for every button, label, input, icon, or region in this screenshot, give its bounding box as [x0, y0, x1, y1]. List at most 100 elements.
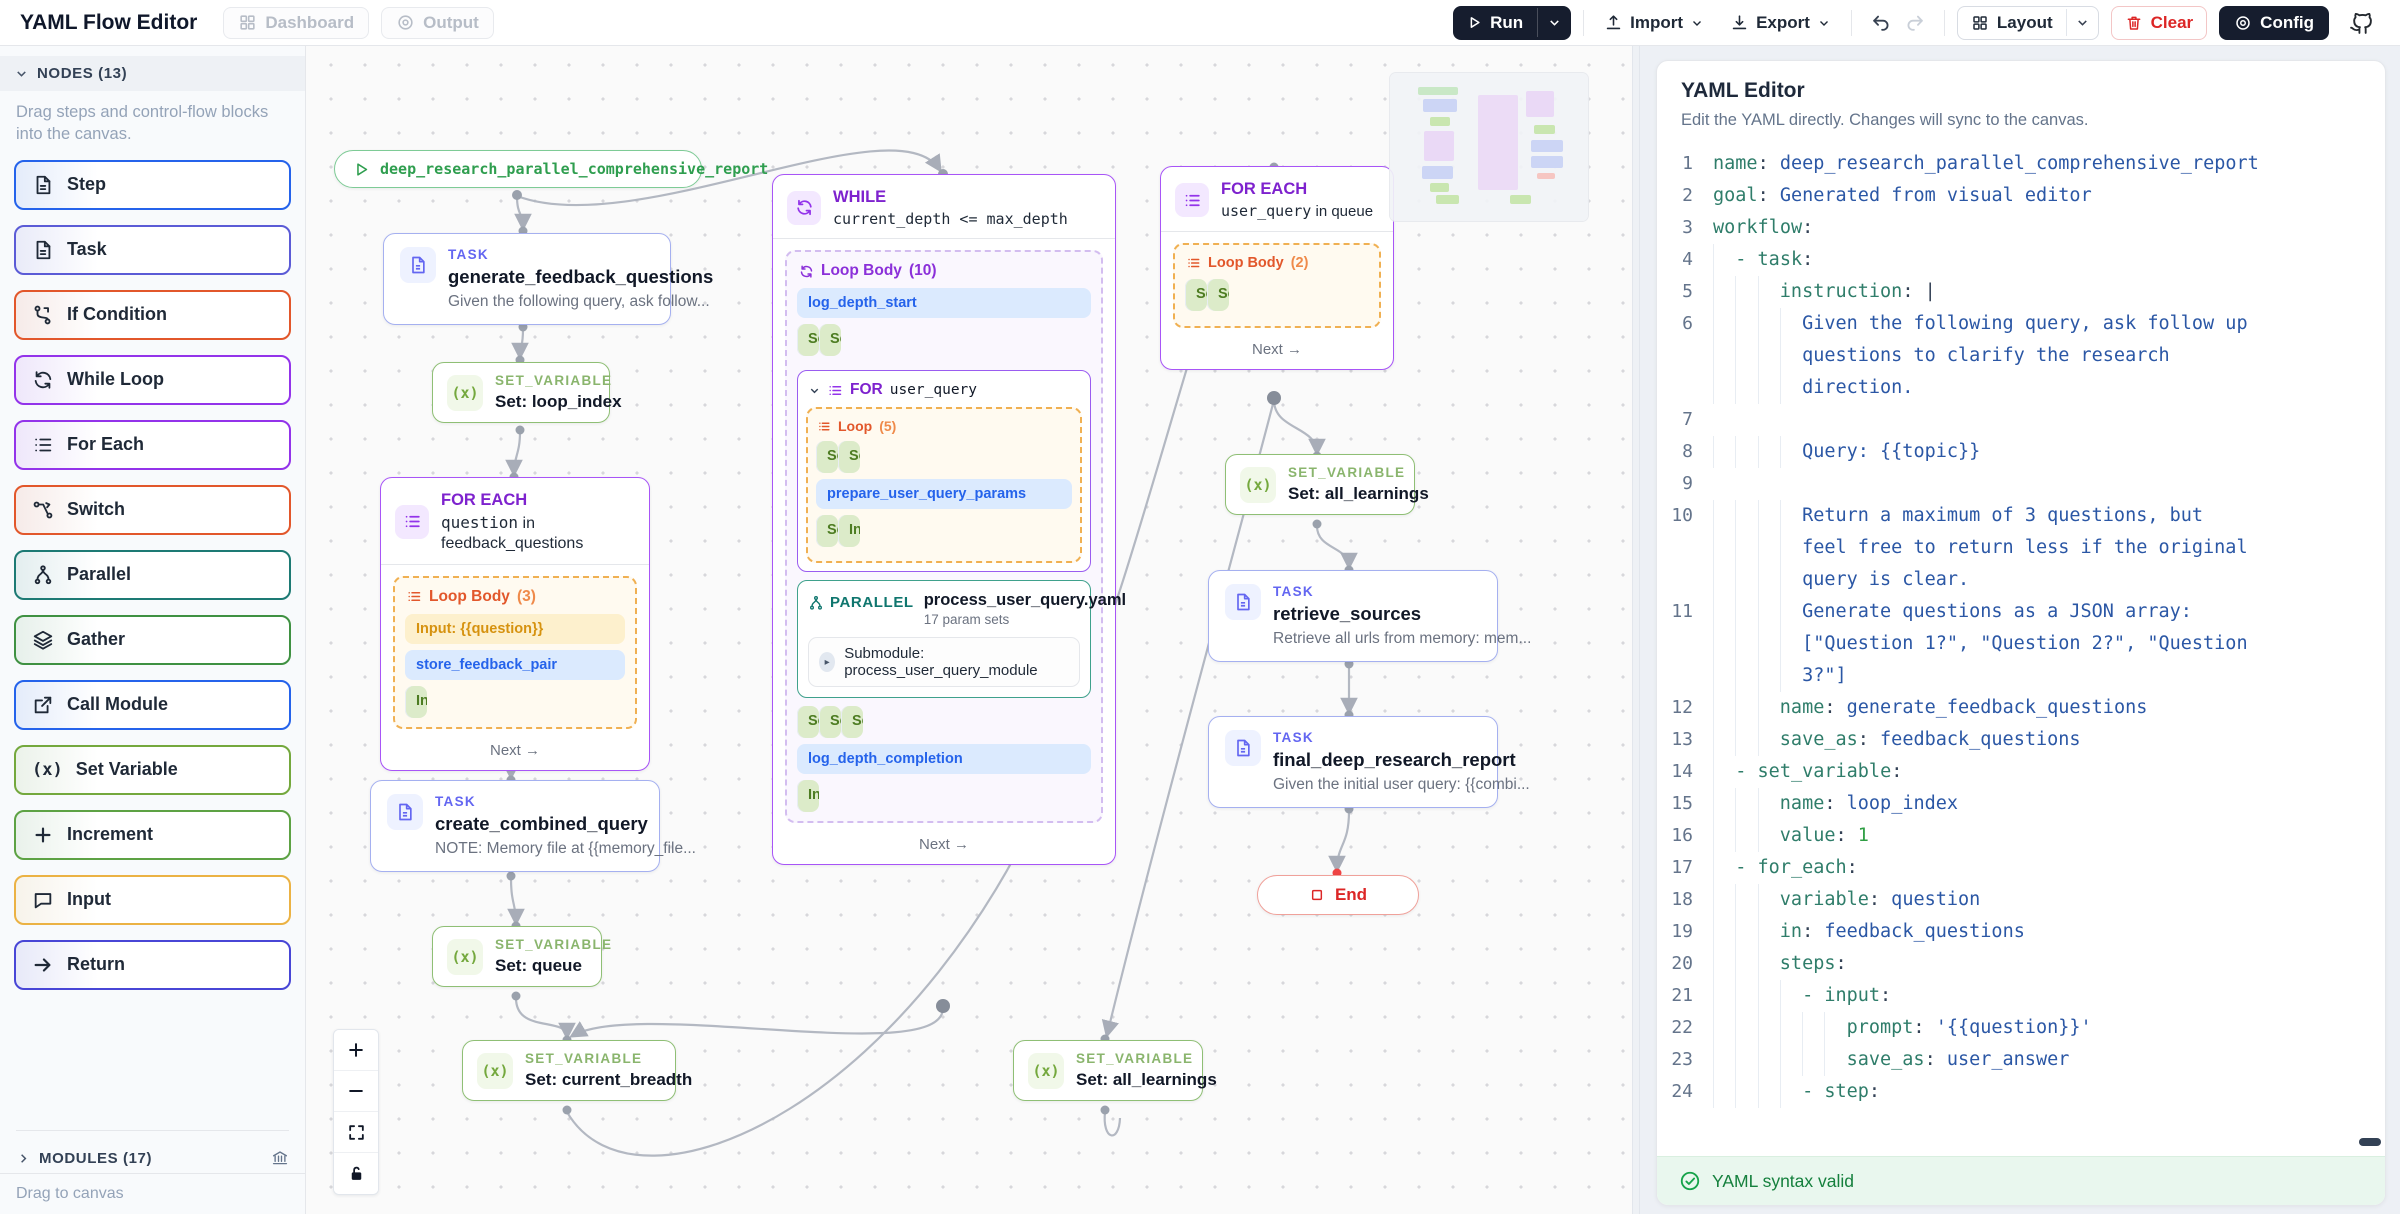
- scrollbar-thumb[interactable]: [2359, 1138, 2381, 1146]
- nested-for-steps: Set: cur_user_querySet: cur_branch_learn…: [816, 441, 1072, 553]
- palette-item-task[interactable]: Task: [14, 225, 291, 275]
- nested-parallel-node[interactable]: PARALLEL process_user_query.yaml 17 para…: [797, 580, 1091, 698]
- palette-item-call-module[interactable]: Call Module: [14, 680, 291, 730]
- setvar-node-loop-index[interactable]: (x) SET_VARIABLE Set: loop_index: [432, 362, 610, 423]
- palette-item-parallel[interactable]: Parallel: [14, 550, 291, 600]
- arrowr-icon: [32, 954, 54, 976]
- github-icon[interactable]: [2343, 5, 2380, 40]
- code-line: ["Question 1?", "Question 2?", "Question: [1657, 628, 2385, 660]
- run-button[interactable]: Run: [1453, 6, 1537, 40]
- yaml-panel: YAML Editor Edit the YAML directly. Chan…: [1640, 46, 2400, 1214]
- task-node-generate-feedback-questions[interactable]: TASK generate_feedback_questions Given t…: [383, 233, 671, 325]
- export-button[interactable]: Export: [1722, 7, 1839, 39]
- top-toolbar: YAML Flow Editor Dashboard Output Run Im…: [0, 0, 2400, 46]
- tab-output[interactable]: Output: [381, 7, 494, 39]
- task-node-create-combined-query[interactable]: TASK create_combined_query NOTE: Memory …: [370, 780, 660, 872]
- palette-item-while-loop[interactable]: While Loop: [14, 355, 291, 405]
- task-node-final-report[interactable]: TASK final_deep_research_report Given th…: [1208, 716, 1498, 808]
- loop-body-box: Loop Body (3) Input: {{question}}store_f…: [393, 576, 637, 729]
- set-variable-icon: (x): [477, 1053, 513, 1089]
- palette-item-if-condition[interactable]: If Condition: [14, 290, 291, 340]
- loop-body-steps: Set: cur_branch_learningSet: all_learnin…: [1185, 279, 1369, 317]
- yaml-status-bar: YAML syntax valid: [1657, 1156, 2385, 1205]
- config-button[interactable]: Config: [2219, 6, 2329, 40]
- code-line: 1name: deep_research_parallel_comprehens…: [1657, 148, 2385, 180]
- while-node[interactable]: WHILE current_depth <= max_depth Loop Bo…: [772, 174, 1116, 865]
- palette-item-label: Return: [67, 954, 125, 975]
- palette-item-return[interactable]: Return: [14, 940, 291, 990]
- nodes-section-header[interactable]: NODES (13): [0, 56, 305, 91]
- chevron-down-icon: [1690, 16, 1704, 30]
- palette-item-step[interactable]: Step: [14, 160, 291, 210]
- modules-section-header[interactable]: MODULES (17): [0, 1143, 305, 1173]
- setvar-node-all-learnings-2[interactable]: (x) SET_VARIABLE Set: all_learnings: [1013, 1040, 1203, 1101]
- run-options-button[interactable]: [1537, 8, 1571, 37]
- fit-view-button[interactable]: [334, 1112, 378, 1153]
- setvar-node-current-breadth[interactable]: (x) SET_VARIABLE Set: current_breadth: [462, 1040, 676, 1101]
- file-icon: [32, 239, 54, 261]
- task-file-icon: [1225, 584, 1261, 620]
- app-title: YAML Flow Editor: [20, 11, 197, 35]
- palette-item-input[interactable]: Input: [14, 875, 291, 925]
- code-line: 5instruction: |: [1657, 276, 2385, 308]
- parallel-icon: [808, 595, 824, 611]
- palette-item-label: Set Variable: [76, 759, 178, 780]
- step-pill: Increment: loop_index: [838, 515, 860, 547]
- redo-button[interactable]: [1898, 7, 1932, 39]
- zoom-in-button[interactable]: [334, 1030, 378, 1071]
- minimap[interactable]: [1390, 73, 1588, 221]
- palette-hint: Drag steps and control-flow blocks into …: [0, 91, 305, 150]
- panel-resizer[interactable]: [1632, 46, 1640, 1214]
- yaml-code-editor[interactable]: 1name: deep_research_parallel_comprehens…: [1657, 144, 2385, 1156]
- palette-item-label: If Condition: [67, 304, 167, 325]
- chat-icon: [32, 889, 54, 911]
- flow-canvas[interactable]: deep_research_parallel_comprehensive_rep…: [306, 46, 1632, 1214]
- palette-item-label: Switch: [67, 499, 125, 520]
- yaml-editor-title: YAML Editor: [1681, 79, 2361, 103]
- lock-button[interactable]: [334, 1153, 378, 1194]
- palette-item-for-each[interactable]: For Each: [14, 420, 291, 470]
- palette-item-set-variable[interactable]: (x)Set Variable: [14, 745, 291, 795]
- task-file-icon: [400, 247, 436, 283]
- list-icon: [1187, 256, 1201, 270]
- start-node[interactable]: deep_research_parallel_comprehensive_rep…: [334, 150, 702, 188]
- task-node-retrieve-sources[interactable]: TASK retrieve_sources Retrieve all urls …: [1208, 570, 1498, 662]
- code-line: questions to clarify the research: [1657, 340, 2385, 372]
- palette-item-label: While Loop: [67, 369, 164, 390]
- tab-dashboard[interactable]: Dashboard: [223, 7, 369, 39]
- code-line: 16value: 1: [1657, 820, 2385, 852]
- parallel-meta: 17 param sets: [924, 612, 1126, 627]
- foreach-node-question[interactable]: FOR EACH question in feedback_questions …: [380, 477, 650, 771]
- step-pill: Set: user_query_params: [797, 324, 819, 356]
- canvas-controls: [333, 1029, 379, 1195]
- step-pill: log_depth_start: [797, 288, 1091, 318]
- palette-item-switch[interactable]: Switch: [14, 485, 291, 535]
- code-line: 13save_as: feedback_questions: [1657, 724, 2385, 756]
- import-button[interactable]: Import: [1596, 7, 1712, 39]
- chevron-down-icon[interactable]: [808, 384, 821, 397]
- while-loop-body-box: Loop Body (10) log_depth_startSet: user_…: [785, 250, 1103, 823]
- task-file-icon: [1225, 730, 1261, 766]
- clear-button[interactable]: Clear: [2111, 6, 2208, 40]
- palette-item-increment[interactable]: Increment: [14, 810, 291, 860]
- layout-button[interactable]: Layout: [1958, 7, 2066, 39]
- task-file-icon: [387, 794, 423, 830]
- palette-item-gather[interactable]: Gather: [14, 615, 291, 665]
- nested-for-node[interactable]: FOR user_query Loop (5) Set: cur_user_qu…: [797, 370, 1091, 572]
- undo-button[interactable]: [1864, 7, 1898, 39]
- parallel-icon: [32, 564, 54, 586]
- layout-options-button[interactable]: [2066, 9, 2098, 36]
- step-pill: Set: all_learnings: [1207, 279, 1229, 311]
- submodule-chip[interactable]: ▸ Submodule: process_user_query_module: [808, 637, 1080, 687]
- end-node[interactable]: End: [1257, 875, 1419, 915]
- chevron-down-icon: [1817, 16, 1831, 30]
- setvar-node-queue[interactable]: (x) SET_VARIABLE Set: queue: [432, 926, 602, 987]
- step-pill: Set: loop_index: [819, 324, 841, 356]
- foreach-node-user-query[interactable]: FOR EACH user_query in queue Loop Body (…: [1160, 166, 1394, 370]
- stop-square-icon: [1309, 887, 1325, 903]
- setvar-node-all-learnings-1[interactable]: (x) SET_VARIABLE Set: all_learnings: [1225, 454, 1415, 515]
- list-icon: [1175, 183, 1209, 217]
- zoom-out-button[interactable]: [334, 1071, 378, 1112]
- code-line: 6Given the following query, ask follow u…: [1657, 308, 2385, 340]
- code-line: 3workflow:: [1657, 212, 2385, 244]
